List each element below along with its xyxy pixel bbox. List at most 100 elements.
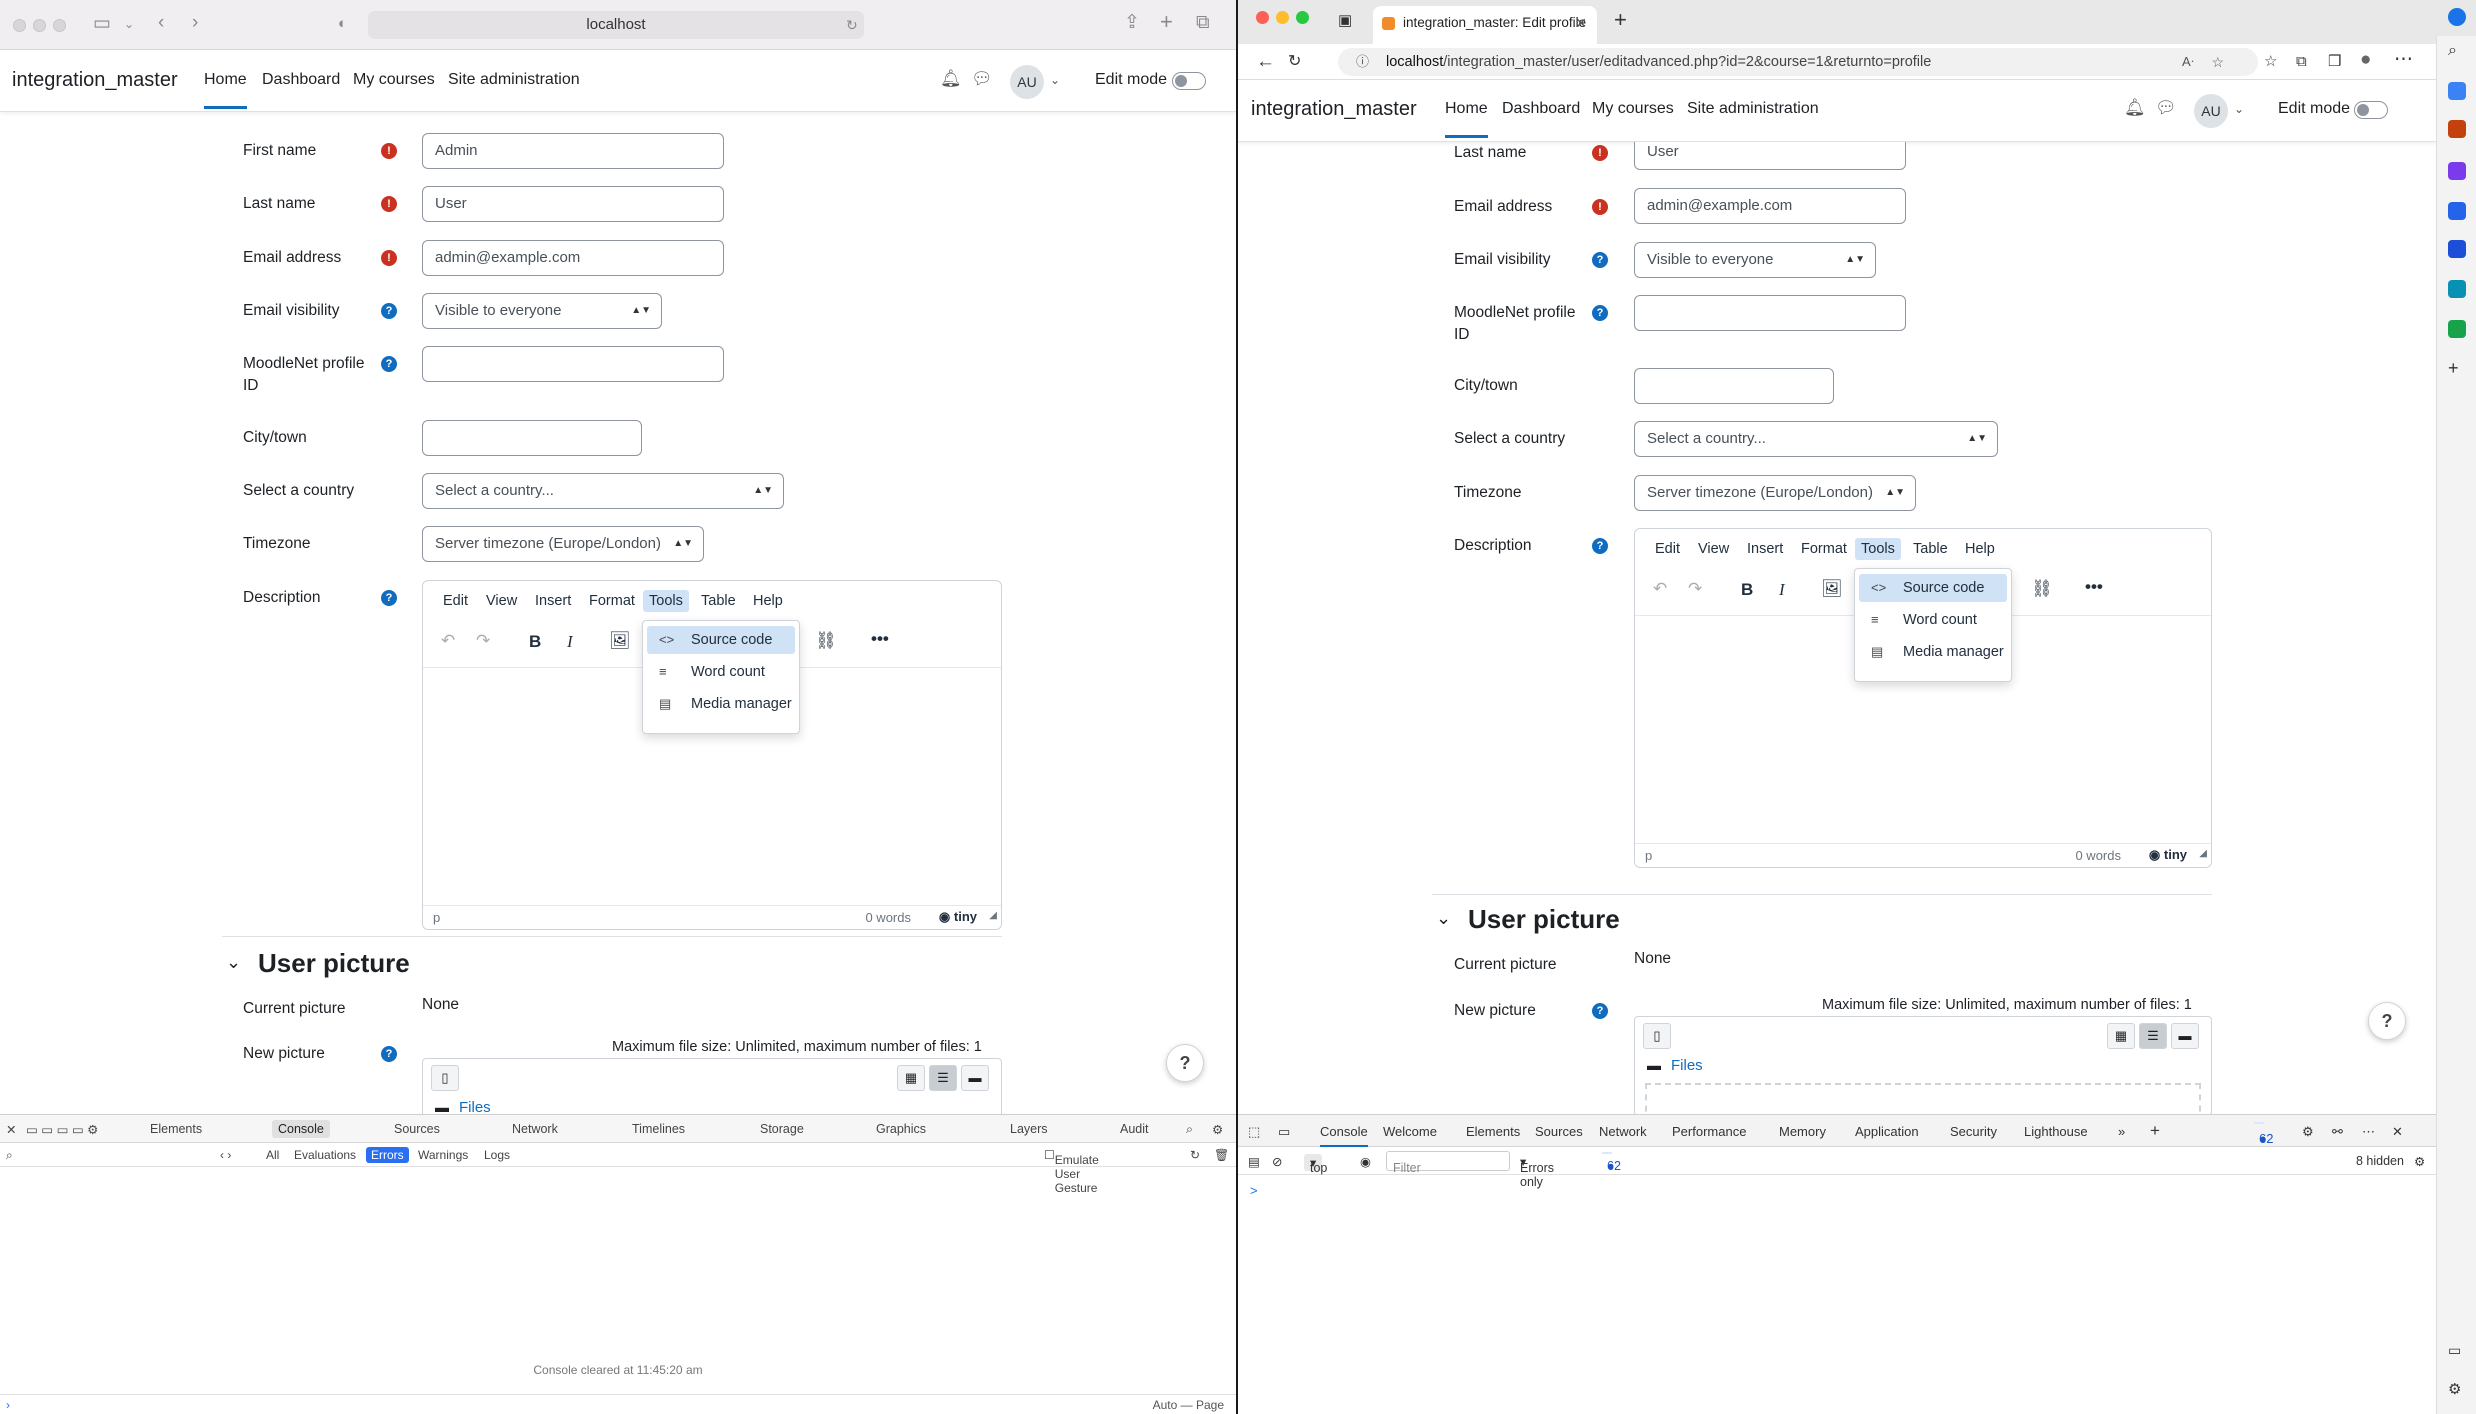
menu-item-word-count[interactable]: ≡ Word count bbox=[1859, 606, 2007, 634]
word-count[interactable]: 0 words bbox=[865, 910, 911, 925]
context-select[interactable]: top ▾ bbox=[1304, 1154, 1327, 1175]
files-link[interactable]: Files bbox=[1671, 1057, 1703, 1074]
profile-icon[interactable]: ● bbox=[2360, 50, 2371, 70]
undo-icon[interactable]: ↶ bbox=[441, 631, 455, 651]
clear-console-icon[interactable]: ⊘ bbox=[1272, 1154, 1282, 1169]
user-picture-heading[interactable]: User picture bbox=[258, 948, 410, 979]
chat-icon[interactable]: 💬︎ bbox=[2155, 98, 2177, 118]
filter-logs[interactable]: Logs bbox=[484, 1148, 510, 1162]
grid-view-icon[interactable]: ▦ bbox=[897, 1065, 925, 1091]
connect-icon[interactable]: ⚯ bbox=[2332, 1124, 2343, 1140]
sidebar-toggle-icon[interactable]: ▤ bbox=[1248, 1154, 1260, 1169]
shield-icon[interactable]: ◐ bbox=[338, 14, 347, 34]
required-icon[interactable]: ! bbox=[381, 196, 397, 212]
edit-mode-toggle[interactable] bbox=[1172, 72, 1206, 90]
zoom-window-button[interactable] bbox=[53, 19, 66, 32]
tab-overview-icon[interactable]: ⧉ bbox=[1196, 13, 1210, 33]
grid-view-icon[interactable]: ▦ bbox=[2107, 1023, 2135, 1049]
menu-table[interactable]: Table bbox=[1913, 541, 1948, 557]
menu-edit[interactable]: Edit bbox=[1655, 541, 1680, 557]
menu-help[interactable]: Help bbox=[1965, 541, 1995, 557]
menu-insert[interactable]: Insert bbox=[535, 593, 571, 609]
nav-home[interactable]: Home bbox=[1445, 100, 1488, 138]
bold-icon[interactable]: B bbox=[529, 632, 541, 652]
tab-console[interactable]: Console bbox=[1320, 1124, 1368, 1147]
read-aloud-icon[interactable]: Aᐧ bbox=[2182, 48, 2194, 76]
italic-icon[interactable]: I bbox=[1779, 580, 1785, 600]
tab-timelines[interactable]: Timelines bbox=[632, 1122, 685, 1136]
chevron-down-icon[interactable]: ⌄ bbox=[124, 14, 134, 34]
first-name-input[interactable]: Admin bbox=[422, 133, 724, 169]
filter-warnings[interactable]: Warnings bbox=[418, 1148, 468, 1162]
italic-icon[interactable]: I bbox=[567, 632, 573, 652]
nav-site-administration[interactable]: Site administration bbox=[1687, 100, 1819, 118]
execution-context[interactable]: Auto — Page bbox=[1153, 1398, 1224, 1412]
avatar[interactable]: AU bbox=[1010, 65, 1044, 99]
close-window-button[interactable] bbox=[1256, 11, 1269, 24]
menu-format[interactable]: Format bbox=[589, 593, 635, 609]
menu-help[interactable]: Help bbox=[753, 593, 783, 609]
files-link[interactable]: Files bbox=[459, 1099, 491, 1114]
split-screen-icon[interactable]: ▭ bbox=[2448, 1342, 2466, 1360]
menu-tools[interactable]: Tools bbox=[643, 590, 689, 612]
console-prompt[interactable]: > bbox=[1250, 1183, 1258, 1198]
required-icon[interactable]: ! bbox=[381, 250, 397, 266]
info-icon[interactable]: ⓘ bbox=[1356, 48, 1369, 76]
help-icon[interactable]: ? bbox=[381, 356, 397, 372]
menu-insert[interactable]: Insert bbox=[1747, 541, 1783, 557]
folder-view-icon[interactable]: ▬ bbox=[2171, 1023, 2199, 1049]
copilot-icon[interactable] bbox=[2448, 8, 2466, 26]
help-icon[interactable]: ? bbox=[1592, 1003, 1608, 1019]
bold-icon[interactable]: B bbox=[1741, 580, 1753, 600]
add-tab-icon[interactable]: + bbox=[2150, 1121, 2160, 1141]
tab-lighthouse[interactable]: Lighthouse bbox=[2024, 1124, 2088, 1139]
tab-actions-icon[interactable]: ▣ bbox=[1338, 11, 1352, 31]
tab-elements[interactable]: Elements bbox=[150, 1122, 202, 1136]
tab-sources[interactable]: Sources bbox=[1535, 1124, 1583, 1139]
gear-icon[interactable]: ⚙ bbox=[1212, 1122, 1223, 1137]
add-icon[interactable]: + bbox=[2448, 358, 2466, 378]
menu-item-word-count[interactable]: ≡ Word count bbox=[647, 658, 795, 686]
back-icon[interactable]: ← bbox=[1256, 52, 1275, 72]
filter-icon[interactable]: ⌕ bbox=[6, 1148, 13, 1163]
chevron-down-icon[interactable]: ⌄ bbox=[1436, 908, 1451, 929]
inspect-icon[interactable]: ⬚ bbox=[1248, 1124, 1260, 1140]
chevron-down-icon[interactable]: ⌄ bbox=[1050, 73, 1060, 87]
image-icon[interactable]: 🖼︎ bbox=[1821, 579, 1843, 599]
image-icon[interactable]: 🖼︎ bbox=[609, 631, 631, 651]
eye-icon[interactable]: ◉ bbox=[1360, 1154, 1371, 1169]
email-input[interactable]: admin@example.com bbox=[422, 240, 724, 276]
list-view-icon[interactable]: ☰ bbox=[929, 1065, 957, 1091]
chevron-down-icon[interactable]: ⌄ bbox=[226, 952, 241, 973]
site-brand[interactable]: integration_master bbox=[12, 69, 178, 92]
address-bar[interactable]: ⓘ localhost/integration_master/user/edit… bbox=[1338, 48, 2258, 76]
unlink-icon[interactable]: ⛓︎ bbox=[815, 631, 837, 651]
menu-view[interactable]: View bbox=[486, 593, 517, 609]
close-window-button[interactable] bbox=[13, 19, 26, 32]
last-name-input[interactable]: User bbox=[1634, 142, 1906, 170]
filter-all[interactable]: All bbox=[266, 1148, 279, 1162]
timezone-select[interactable]: Server timezone (Europe/London) ▲▼ bbox=[422, 526, 704, 562]
chat-icon[interactable]: 💬︎ bbox=[971, 69, 993, 89]
tab-layers[interactable]: Layers bbox=[1010, 1122, 1048, 1136]
bell-icon[interactable]: 🔔︎ bbox=[2124, 98, 2146, 118]
email-visibility-select[interactable]: Visible to everyone ▲▼ bbox=[1634, 242, 1876, 278]
forward-icon[interactable]: › bbox=[192, 13, 198, 33]
help-button[interactable]: ? bbox=[2368, 1002, 2406, 1040]
menu-format[interactable]: Format bbox=[1801, 541, 1847, 557]
reload-icon[interactable]: ↻ bbox=[1288, 52, 1301, 72]
favorites-icon[interactable]: ☆ bbox=[2264, 52, 2277, 72]
menu-view[interactable]: View bbox=[1698, 541, 1729, 557]
zoom-window-button[interactable] bbox=[1296, 11, 1309, 24]
menu-table[interactable]: Table bbox=[701, 593, 736, 609]
history-arrows-icon[interactable]: ‹ › bbox=[220, 1148, 231, 1162]
tree-icon[interactable] bbox=[2448, 320, 2466, 338]
tiny-logo[interactable]: ◉ tiny bbox=[2149, 847, 2187, 863]
country-select[interactable]: Select a country... ▲▼ bbox=[422, 473, 784, 509]
new-tab-icon[interactable]: + bbox=[1614, 9, 1627, 31]
more-icon[interactable]: ••• bbox=[2085, 577, 2103, 597]
tab-welcome[interactable]: Welcome bbox=[1383, 1124, 1437, 1139]
close-tab-icon[interactable]: ✕ bbox=[1575, 6, 1587, 40]
nav-home[interactable]: Home bbox=[204, 71, 247, 109]
help-icon[interactable]: ? bbox=[1592, 305, 1608, 321]
